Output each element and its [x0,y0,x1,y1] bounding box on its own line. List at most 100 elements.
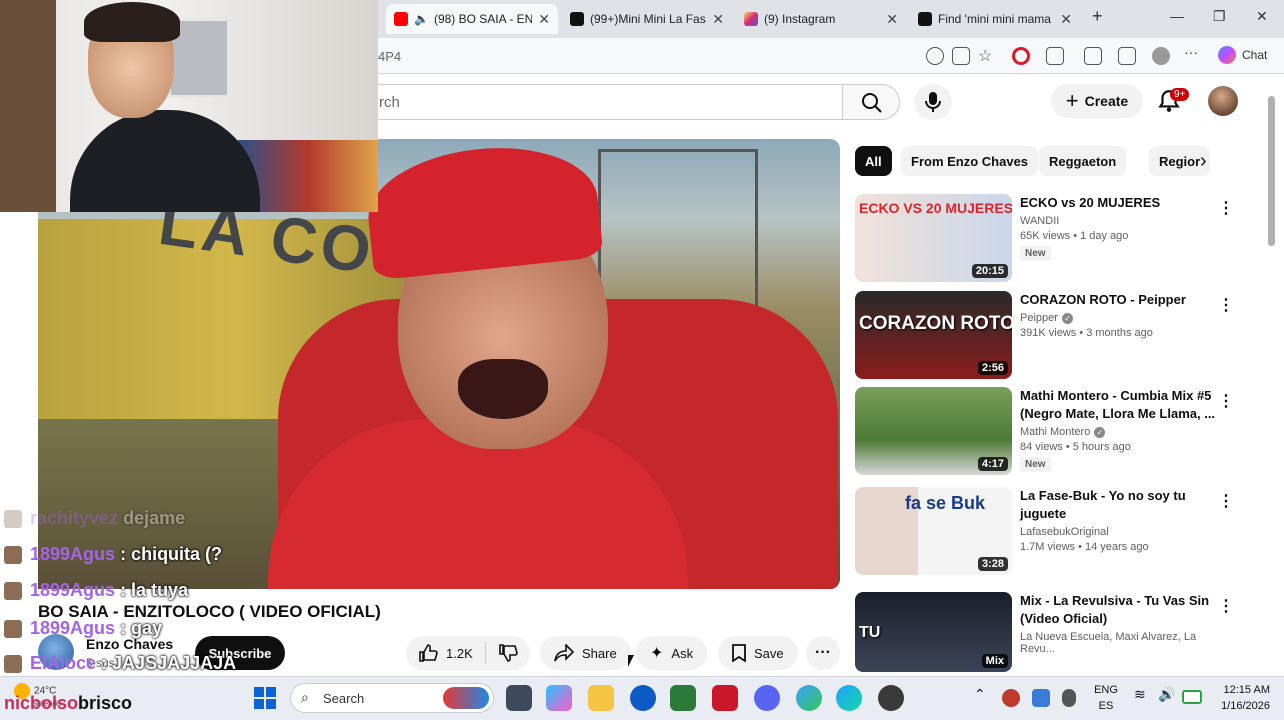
wifi-icon[interactable]: ≋ [1134,686,1146,703]
minimize-button[interactable]: — [1170,8,1184,24]
hp-icon[interactable] [630,685,656,711]
share-button[interactable]: Share [540,636,631,670]
recommendation-meta: Mathi Montero - Cumbia Mix #5 (Negro Mat… [1020,387,1230,472]
volume-icon[interactable]: 🔊 [1158,686,1175,703]
recommendation-channel[interactable]: La Nueva Escuela, Maxi Alvarez, La Revu.… [1020,631,1230,655]
tiktok-icon [570,12,584,26]
close-tab-icon[interactable]: ✕ [1060,11,1072,28]
more-vertical-icon[interactable]: ⋮ [1218,295,1234,315]
verified-check-icon: ✓ [1061,312,1073,324]
chip-all[interactable]: All [855,146,892,176]
chrome-icon[interactable] [796,685,822,711]
tray-app-icon[interactable] [1002,689,1020,707]
recommendation-thumbnail[interactable]: TU Mix [855,592,1012,672]
store-icon[interactable] [670,685,696,711]
recommendation-channel[interactable]: LafasebukOriginal [1020,526,1230,538]
new-tab-button[interactable]: + [1092,6,1103,27]
account-avatar[interactable] [1208,86,1238,116]
recommendation-thumbnail[interactable]: CORAZON ROTO 2:56 [855,291,1012,379]
more-vertical-icon[interactable]: ⋮ [1218,596,1234,616]
media-icon[interactable] [1084,47,1102,65]
page-scrollbar[interactable] [1268,96,1275,246]
file-explorer-icon[interactable] [588,685,614,711]
recommendation-thumbnail[interactable]: ECKO VS 20 MUJERES 20:15 [855,194,1012,282]
recommendation-title[interactable]: Mathi Montero - Cumbia Mix #5 (Negro Mat… [1020,387,1230,423]
search-input[interactable]: rch [362,84,842,120]
recommendation-thumbnail[interactable]: fa se Buk 3:28 [855,487,1012,575]
webcam-person-hair [84,2,180,42]
more-options-icon[interactable]: ··· [1184,44,1202,62]
thumbs-down-icon[interactable] [498,643,518,663]
speaker-icon[interactable]: 🔈 [414,12,429,26]
voice-search-button[interactable] [914,84,952,120]
create-label: Create [1084,93,1129,109]
recommendation-channel[interactable]: WANDII [1020,215,1230,227]
edge-icon[interactable] [836,685,862,711]
close-tab-icon[interactable]: ✕ [712,11,724,28]
like-button[interactable]: 1.2K [418,643,473,663]
collections-icon[interactable] [1118,47,1136,65]
translate-icon[interactable] [926,47,944,65]
tab-youtube[interactable]: 🔈 (98) BO SAIA - ENZITOLOCO ✕ [386,4,558,34]
recommendation-item[interactable]: CORAZON ROTO 2:56 CORAZON ROTO - Peipper… [855,291,1255,383]
apps-icon[interactable] [952,47,970,65]
recommendation-title[interactable]: La Fase-Buk - Yo no soy tu juguete [1020,487,1230,523]
search-placeholder: rch [379,94,400,111]
obs-icon[interactable] [878,685,904,711]
chat-text: : chiquita (? [120,544,223,564]
recommendation-channel[interactable]: Peipper ✓ [1020,312,1230,324]
save-button[interactable]: Save [718,636,798,670]
more-vertical-icon[interactable]: ⋮ [1218,491,1234,511]
more-actions-button[interactable]: ··· [806,636,840,670]
recommendation-item[interactable]: fa se Buk 3:28 La Fase-Buk - Yo no soy t… [855,487,1255,579]
recommendation-thumbnail[interactable]: 4:17 [855,387,1012,475]
close-tab-icon[interactable]: ✕ [538,11,550,28]
channel-name: Mathi Montero [1020,426,1091,438]
opera-icon[interactable] [1012,47,1030,65]
system-clock[interactable]: 12:15 AM 1/16/2026 [1212,682,1270,714]
favorite-star-icon[interactable]: ☆ [978,46,996,65]
taskbar-search[interactable]: ⌕ Search [290,683,494,713]
create-button[interactable]: + Create [1051,84,1143,118]
chevron-right-icon[interactable]: › [1200,150,1207,173]
copilot-app-icon[interactable] [546,685,572,711]
taskbar-search-label: Search [323,691,365,706]
microphone-tray-icon[interactable] [1062,689,1076,707]
task-view-icon[interactable] [506,685,532,711]
address-bar-url[interactable]: 4P4 [378,49,401,64]
more-vertical-icon[interactable]: ⋮ [1218,198,1234,218]
battery-icon[interactable] [1182,690,1202,704]
tab-tiktok-search[interactable]: Find 'mini mini mama te ✕ [910,4,1080,34]
chevron-up-icon[interactable]: ⌃ [974,686,986,703]
mcafee-icon[interactable] [712,685,738,711]
maximize-button[interactable]: ❐ [1213,8,1226,25]
chip-from-channel[interactable]: From Enzo Chaves [901,146,1039,176]
extensions-icon[interactable] [1046,47,1064,65]
more-vertical-icon[interactable]: ⋮ [1218,391,1234,411]
tab-tiktok[interactable]: (99+)Mini Mini La Fascin ✕ [562,4,732,34]
profile-icon[interactable] [1152,47,1170,65]
ask-button[interactable]: ✦ Ask [636,636,708,670]
more-horizontal-icon: ··· [815,644,831,661]
close-tab-icon[interactable]: ✕ [886,11,898,28]
language-indicator[interactable]: ENG ES [1092,682,1120,714]
webcam-door [0,0,56,212]
recommendation-title[interactable]: CORAZON ROTO - Peipper [1020,291,1230,309]
onedrive-icon[interactable] [1032,689,1050,707]
close-window-button[interactable]: ✕ [1256,8,1268,25]
recommendation-channel[interactable]: Mathi Montero ✓ [1020,426,1230,438]
chip-reggaeton[interactable]: Reggaeton [1039,146,1127,176]
chat-message: 1899Agus : chiquita (? [4,544,222,565]
search-button[interactable] [842,84,900,120]
recommendation-title[interactable]: Mix - La Revulsiva - Tu Vas Sin (Video O… [1020,592,1230,628]
recommendation-title[interactable]: ECKO vs 20 MUJERES [1020,194,1230,212]
save-label: Save [754,645,784,661]
copilot-chat-button[interactable]: Chat [1218,46,1267,64]
thumbnail-text: ECKO VS 20 MUJERES [859,200,1012,216]
tab-instagram[interactable]: (9) Instagram ✕ [736,4,906,34]
recommendation-item[interactable]: 4:17 Mathi Montero - Cumbia Mix #5 (Negr… [855,387,1255,479]
recommendation-item[interactable]: TU Mix Mix - La Revulsiva - Tu Vas Sin (… [855,592,1255,672]
windows-start-icon[interactable] [254,687,276,709]
discord-icon[interactable] [754,685,780,711]
recommendation-item[interactable]: ECKO VS 20 MUJERES 20:15 ECKO vs 20 MUJE… [855,194,1255,286]
